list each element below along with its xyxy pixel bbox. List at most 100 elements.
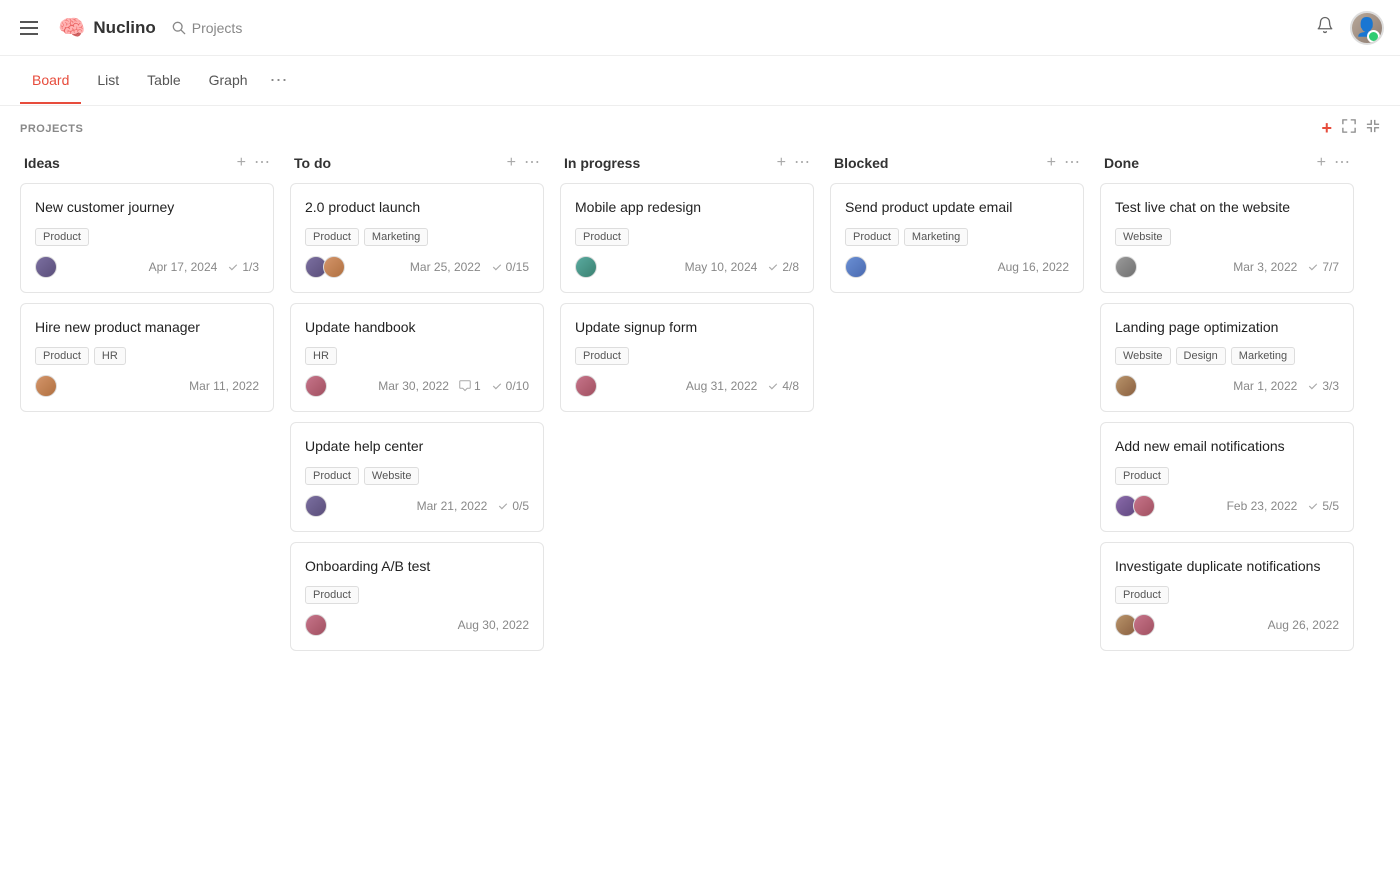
card-c7[interactable]: Mobile app redesignProductMay 10, 2024 2… — [560, 183, 814, 293]
card-title-c2: Hire new product manager — [35, 318, 259, 338]
card-c4[interactable]: Update handbookHRMar 30, 2022 1 0/10 — [290, 303, 544, 413]
column-add-btn-inprogress[interactable]: + — [777, 155, 786, 171]
avatar-c4-0 — [305, 375, 327, 397]
tag-product[interactable]: Product — [305, 467, 359, 485]
tag-product[interactable]: Product — [35, 347, 89, 365]
card-meta-c5: Mar 21, 2022 0/5 — [417, 499, 529, 513]
tag-product[interactable]: Product — [305, 586, 359, 604]
card-tags-c10: Website — [1115, 228, 1339, 246]
card-c6[interactable]: Onboarding A/B testProductAug 30, 2022 — [290, 542, 544, 652]
tag-website[interactable]: Website — [1115, 228, 1171, 246]
column-header-blocked: Blocked + ⋯ — [830, 147, 1084, 183]
tag-website[interactable]: Website — [364, 467, 420, 485]
card-date-c3: Mar 25, 2022 — [410, 260, 481, 274]
card-c5[interactable]: Update help centerProductWebsiteMar 21, … — [290, 422, 544, 532]
card-avatars-c12 — [1115, 495, 1155, 517]
collapse-button[interactable] — [1366, 119, 1380, 138]
card-tags-c8: Product — [575, 347, 799, 365]
search-bar[interactable]: Projects — [172, 20, 243, 36]
card-title-c4: Update handbook — [305, 318, 529, 338]
column-title-blocked: Blocked — [834, 155, 888, 171]
avatar-c3-1 — [323, 256, 345, 278]
card-footer-c6: Aug 30, 2022 — [305, 614, 529, 636]
card-tags-c12: Product — [1115, 467, 1339, 485]
tab-board[interactable]: Board — [20, 58, 81, 104]
tab-table[interactable]: Table — [135, 58, 192, 104]
column-menu-btn-inprogress[interactable]: ⋯ — [794, 155, 810, 171]
card-date-c5: Mar 21, 2022 — [417, 499, 488, 513]
search-icon — [172, 21, 186, 35]
avatar-c5-0 — [305, 495, 327, 517]
tab-list[interactable]: List — [85, 58, 131, 104]
card-title-c11: Landing page optimization — [1115, 318, 1339, 338]
tag-marketing[interactable]: Marketing — [904, 228, 968, 246]
tag-design[interactable]: Design — [1176, 347, 1226, 365]
header-left: 🧠 Nuclino Projects — [16, 15, 242, 41]
check-icon — [491, 380, 503, 392]
card-footer-c5: Mar 21, 2022 0/5 — [305, 495, 529, 517]
card-meta-c12: Feb 23, 2022 5/5 — [1227, 499, 1339, 513]
card-tags-c13: Product — [1115, 586, 1339, 604]
notification-bell[interactable] — [1316, 16, 1334, 39]
user-avatar[interactable]: 👤 — [1350, 11, 1384, 45]
card-c3[interactable]: 2.0 product launchProductMarketingMar 25… — [290, 183, 544, 293]
avatar-c7-0 — [575, 256, 597, 278]
card-meta-c13: Aug 26, 2022 — [1268, 618, 1339, 632]
card-c1[interactable]: New customer journeyProductApr 17, 2024 … — [20, 183, 274, 293]
add-column-button[interactable]: + — [1321, 118, 1332, 139]
logo[interactable]: 🧠 Nuclino — [58, 15, 156, 41]
column-menu-btn-todo[interactable]: ⋯ — [524, 155, 540, 171]
board-columns: Ideas + ⋯ New customer journeyProductApr… — [0, 147, 1400, 862]
card-title-c8: Update signup form — [575, 318, 799, 338]
column-add-btn-done[interactable]: + — [1317, 155, 1326, 171]
card-date-c9: Aug 16, 2022 — [998, 260, 1069, 274]
tag-hr[interactable]: HR — [305, 347, 337, 365]
search-label: Projects — [192, 20, 243, 36]
tag-product[interactable]: Product — [575, 228, 629, 246]
column-inprogress: In progress + ⋯ Mobile app redesignProdu… — [552, 147, 822, 862]
tab-graph[interactable]: Graph — [197, 58, 260, 104]
hamburger-menu[interactable] — [16, 17, 42, 39]
tag-website[interactable]: Website — [1115, 347, 1171, 365]
tag-product[interactable]: Product — [1115, 586, 1169, 604]
card-date-c1: Apr 17, 2024 — [149, 260, 218, 274]
card-c10[interactable]: Test live chat on the websiteWebsiteMar … — [1100, 183, 1354, 293]
tag-marketing[interactable]: Marketing — [364, 228, 428, 246]
card-c2[interactable]: Hire new product managerProductHRMar 11,… — [20, 303, 274, 413]
expand-button[interactable] — [1342, 119, 1356, 138]
tag-product[interactable]: Product — [575, 347, 629, 365]
card-checks-c1: 1/3 — [227, 260, 259, 274]
card-avatars-c3 — [305, 256, 345, 278]
card-checks-c10: 7/7 — [1307, 260, 1339, 274]
column-add-btn-ideas[interactable]: + — [237, 155, 246, 171]
column-blocked: Blocked + ⋯ Send product update emailPro… — [822, 147, 1092, 862]
column-add-btn-todo[interactable]: + — [507, 155, 516, 171]
card-avatars-c10 — [1115, 256, 1137, 278]
logo-text: Nuclino — [93, 18, 155, 38]
card-c9[interactable]: Send product update emailProductMarketin… — [830, 183, 1084, 293]
card-checks-c7: 2/8 — [767, 260, 799, 274]
card-tags-c2: Product HR — [35, 347, 259, 365]
column-menu-btn-blocked[interactable]: ⋯ — [1064, 155, 1080, 171]
card-meta-c6: Aug 30, 2022 — [458, 618, 529, 632]
tag-product[interactable]: Product — [845, 228, 899, 246]
card-checks-c3: 0/15 — [491, 260, 529, 274]
column-add-btn-blocked[interactable]: + — [1047, 155, 1056, 171]
card-c8[interactable]: Update signup formProductAug 31, 2022 4/… — [560, 303, 814, 413]
tag-marketing[interactable]: Marketing — [1231, 347, 1295, 365]
tabs-more-button[interactable]: ⋯ — [264, 56, 294, 105]
avatar-c6-0 — [305, 614, 327, 636]
avatar-c2-0 — [35, 375, 57, 397]
card-date-c12: Feb 23, 2022 — [1227, 499, 1298, 513]
avatar-c12-1 — [1133, 495, 1155, 517]
tag-product[interactable]: Product — [1115, 467, 1169, 485]
column-done: Done + ⋯ Test live chat on the websiteWe… — [1092, 147, 1362, 862]
tag-product[interactable]: Product — [305, 228, 359, 246]
card-c11[interactable]: Landing page optimization Website Design Ma… — [1100, 303, 1354, 413]
tag-hr[interactable]: HR — [94, 347, 126, 365]
column-menu-btn-done[interactable]: ⋯ — [1334, 155, 1350, 171]
tag-product[interactable]: Product — [35, 228, 89, 246]
card-c12[interactable]: Add new email notificationsProductFeb 23… — [1100, 422, 1354, 532]
column-menu-btn-ideas[interactable]: ⋯ — [254, 155, 270, 171]
card-c13[interactable]: Investigate duplicate notificationsProdu… — [1100, 542, 1354, 652]
